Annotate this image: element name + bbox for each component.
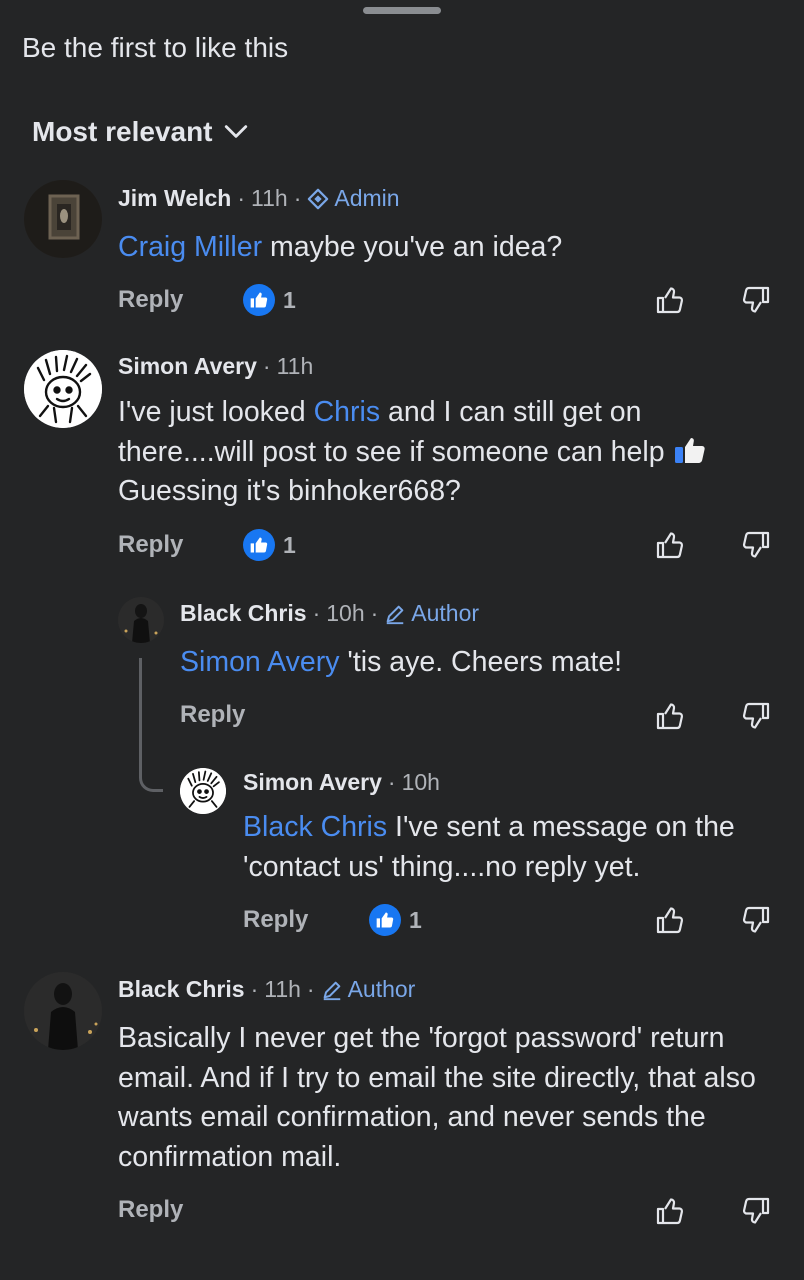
admin-badge: Admin — [307, 185, 400, 212]
like-count: 1 — [409, 906, 422, 933]
separator-dot: · — [306, 976, 315, 1002]
comment-body: I've just looked — [118, 396, 314, 428]
chevron-down-icon — [224, 125, 247, 138]
thumbs-down-outline-icon — [742, 906, 770, 933]
commenter-name[interactable]: Black Chris — [180, 600, 307, 627]
badge-label: Author — [347, 976, 416, 1002]
timestamp[interactable]: 11h — [251, 185, 288, 212]
avatar[interactable] — [180, 768, 226, 814]
timestamp[interactable]: 10h — [326, 600, 364, 627]
sort-dropdown[interactable]: Most relevant — [32, 116, 249, 148]
thumbs-down-outline-icon — [742, 702, 770, 729]
drag-handle[interactable] — [363, 7, 441, 14]
author-badge: Author — [321, 976, 416, 1003]
comment-body: 'tis aye. Cheers mate! — [339, 646, 623, 678]
like-reaction-icon — [369, 904, 401, 936]
thumbs-down-outline-icon — [742, 531, 770, 558]
thumbs-up-outline-icon — [656, 287, 684, 314]
comment-text: I've just looked Chris and I can still g… — [118, 393, 778, 512]
reaction-count[interactable]: 1 — [243, 284, 296, 316]
comment-text: Basically I never get the 'forgot passwo… — [118, 1022, 756, 1173]
thumbs-up-outline-icon — [656, 1198, 684, 1225]
comment-body: Guessing it's binhoker668? — [118, 475, 461, 507]
upvote-button[interactable] — [654, 284, 686, 316]
thumbs-up-outline-icon — [656, 532, 684, 559]
commenter-name[interactable]: Simon Avery — [118, 353, 257, 380]
pencil-icon — [323, 981, 340, 1000]
avatar[interactable] — [24, 180, 102, 258]
downvote-button[interactable] — [740, 1195, 772, 1227]
upvote-button[interactable] — [654, 1195, 686, 1227]
downvote-button[interactable] — [740, 904, 772, 936]
badge-label: Author — [411, 600, 480, 626]
separator-dot: · — [250, 976, 259, 1002]
downvote-button[interactable] — [740, 529, 772, 561]
commenter-name[interactable]: Simon Avery — [243, 769, 382, 796]
badge-label: Admin — [334, 185, 400, 211]
reaction-count[interactable]: 1 — [243, 529, 296, 561]
like-reaction-icon — [243, 529, 275, 561]
like-count: 1 — [283, 531, 296, 558]
downvote-button[interactable] — [740, 700, 772, 732]
avatar[interactable] — [118, 597, 164, 643]
separator-dot: · — [387, 769, 396, 795]
comment-body: maybe you've an idea? — [262, 231, 563, 263]
author-badge: Author — [384, 600, 479, 627]
upvote-button[interactable] — [654, 529, 686, 561]
separator-dot: · — [293, 185, 302, 211]
separator-dot: · — [370, 600, 379, 626]
avatar[interactable] — [24, 972, 102, 1050]
separator-dot: · — [262, 353, 271, 379]
mention-link[interactable]: Chris — [314, 396, 381, 428]
commenter-name[interactable]: Black Chris — [118, 976, 245, 1003]
comment-text: Black Chris I've sent a message on the '… — [243, 808, 788, 887]
separator-dot: · — [312, 600, 321, 626]
commenter-name[interactable]: Jim Welch — [118, 185, 231, 212]
comment-text: Simon Avery 'tis aye. Cheers mate! — [180, 643, 780, 683]
reply-button[interactable]: Reply — [118, 286, 183, 314]
like-count: 1 — [283, 286, 296, 313]
downvote-button[interactable] — [740, 284, 772, 316]
upvote-button[interactable] — [654, 904, 686, 936]
admin-diamond-icon — [308, 188, 329, 209]
thumbs-up-outline-icon — [656, 907, 684, 934]
upvote-button[interactable] — [654, 700, 686, 732]
reply-button[interactable]: Reply — [243, 906, 308, 934]
comments-sheet: Be the first to like this Most relevant … — [0, 0, 804, 1280]
reply-button[interactable]: Reply — [180, 701, 245, 729]
pencil-icon — [386, 605, 404, 624]
timestamp[interactable]: 11h — [277, 353, 314, 380]
separator-dot: · — [237, 185, 246, 211]
reply-button[interactable]: Reply — [118, 1196, 183, 1224]
reply-button[interactable]: Reply — [118, 531, 183, 559]
timestamp[interactable]: 11h — [264, 976, 301, 1003]
thumbs-up-emoji-icon — [675, 437, 706, 463]
sort-label: Most relevant — [32, 116, 213, 147]
timestamp[interactable]: 10h — [402, 769, 440, 796]
thumbs-up-outline-icon — [656, 703, 684, 730]
thread-connector — [139, 658, 163, 792]
comment-text: Craig Miller maybe you've an idea? — [118, 228, 778, 268]
thumbs-down-outline-icon — [742, 286, 770, 313]
like-reaction-icon — [243, 284, 275, 316]
mention-link[interactable]: Craig Miller — [118, 231, 262, 263]
thumbs-down-outline-icon — [742, 1197, 770, 1224]
avatar[interactable] — [24, 350, 102, 428]
mention-link[interactable]: Simon Avery — [180, 646, 339, 678]
likes-summary[interactable]: Be the first to like this — [22, 32, 288, 64]
reaction-count[interactable]: 1 — [369, 904, 422, 936]
mention-link[interactable]: Black Chris — [243, 811, 387, 843]
